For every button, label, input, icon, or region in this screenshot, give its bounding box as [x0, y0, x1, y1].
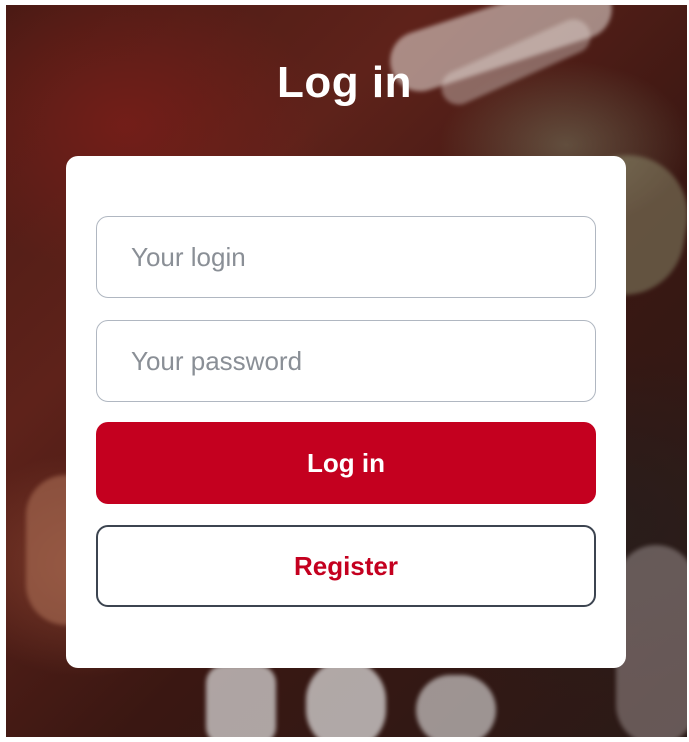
login-input[interactable]	[96, 216, 596, 298]
register-button[interactable]: Register	[96, 525, 596, 607]
login-card: Log in Register	[66, 156, 626, 668]
page-title: Log in	[277, 58, 412, 107]
background-streak	[416, 675, 496, 737]
background-streak	[206, 665, 276, 737]
password-input[interactable]	[96, 320, 596, 402]
background-streak	[306, 660, 386, 737]
page-frame: Log in Log in Register	[0, 0, 689, 742]
background-streak	[616, 545, 687, 737]
login-button[interactable]: Log in	[96, 422, 596, 504]
